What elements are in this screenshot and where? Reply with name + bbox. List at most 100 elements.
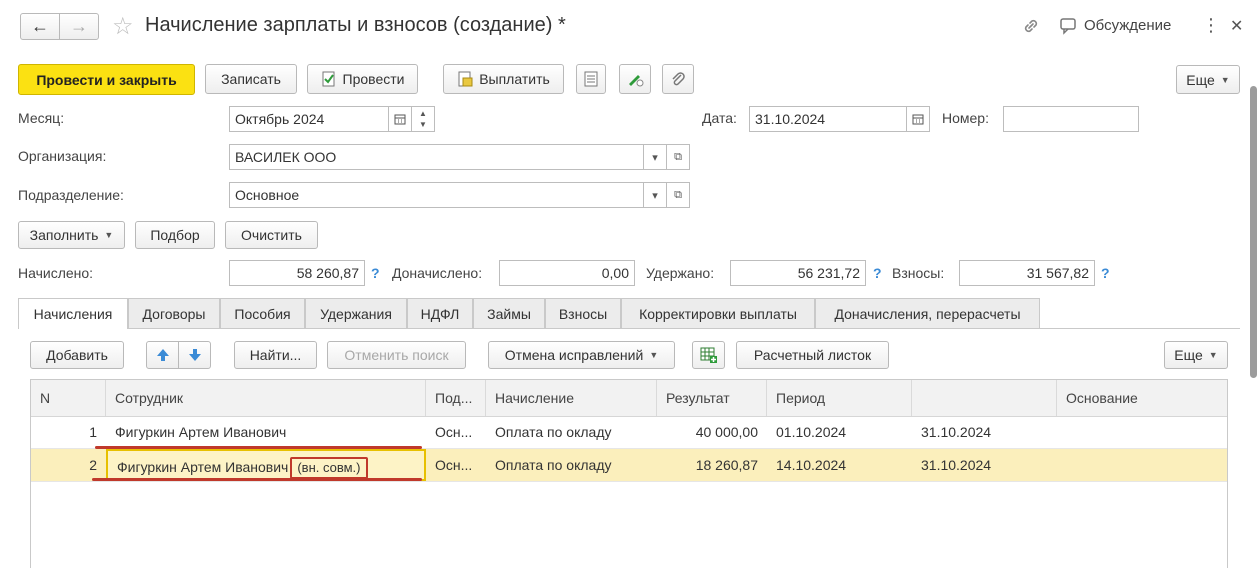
month-field[interactable]: Октябрь 2024 [229, 106, 389, 132]
withheld-value: 56 231,72 [730, 260, 866, 286]
tab-ndfl[interactable]: НДФЛ [407, 298, 473, 328]
result-cell[interactable]: 18 260,87 [657, 449, 767, 481]
result-cell[interactable]: 40 000,00 [657, 416, 767, 448]
favorite-star-icon[interactable]: ☆ [112, 12, 134, 41]
department-dropdown-button[interactable]: ▾ [643, 182, 667, 208]
move-down-button[interactable] [178, 341, 211, 369]
department-cell[interactable]: Осн... [426, 416, 486, 448]
fill-button[interactable]: Заполнить ▼ [18, 221, 125, 249]
arrow-right-icon: → [70, 16, 88, 36]
employee-cell[interactable]: Фигуркин Артем Иванович [106, 416, 426, 448]
more-menu-icon[interactable]: ⋮ [1202, 15, 1220, 36]
tab-benefits[interactable]: Пособия [220, 298, 305, 328]
date-field[interactable]: 31.10.2024 [749, 106, 907, 132]
accrual-cell[interactable]: Оплата по окладу [486, 449, 657, 481]
column-header-result[interactable]: Результат [657, 380, 767, 416]
department-cell[interactable]: Осн... [426, 449, 486, 481]
back-button[interactable]: ← [20, 13, 60, 40]
pay-button[interactable]: Выплатить [443, 64, 564, 94]
annotation-underline-bottom [92, 478, 422, 481]
date-calendar-button[interactable] [906, 106, 930, 132]
cancel-corrections-label: Отмена исправлений [504, 347, 644, 363]
tab-payment-corrections[interactable]: Корректировки выплаты [621, 298, 815, 328]
calendar-button[interactable] [388, 106, 412, 132]
basis-cell[interactable] [1057, 416, 1227, 448]
post-and-close-button[interactable]: Провести и закрыть [18, 64, 195, 95]
link-icon[interactable] [1021, 16, 1041, 36]
internal-part-time-tag: (вн. совм.) [290, 457, 368, 479]
number-field[interactable] [1003, 106, 1139, 132]
tab-deductions[interactable]: Удержания [305, 298, 407, 328]
department-field[interactable]: Основное [229, 182, 644, 208]
column-header-n[interactable]: N [31, 380, 106, 416]
tab-additional-accruals[interactable]: Доначисления, перерасчеты [815, 298, 1040, 328]
payslip-button[interactable]: Расчетный листок [736, 341, 889, 369]
period-start-cell[interactable]: 14.10.2024 [767, 449, 912, 481]
more-button-label: Еще [1186, 71, 1215, 88]
organization-dropdown-button[interactable]: ▾ [643, 144, 667, 170]
organization-open-button[interactable]: ⧉ [666, 144, 690, 170]
accrued-value: 58 260,87 [229, 260, 365, 286]
tab-contracts[interactable]: Договоры [128, 298, 220, 328]
date-label: Дата: [702, 110, 737, 126]
column-header-department[interactable]: Под... [426, 380, 486, 416]
chevron-down-icon: ▼ [1208, 350, 1218, 360]
basis-cell[interactable] [1057, 449, 1227, 481]
accrual-cell[interactable]: Оплата по окладу [486, 416, 657, 448]
period-start-cell[interactable]: 01.10.2024 [767, 416, 912, 448]
cancel-corrections-button[interactable]: Отмена исправлений ▼ [488, 341, 675, 369]
withheld-label: Удержано: [646, 265, 715, 281]
sign-button[interactable] [619, 64, 651, 94]
save-button[interactable]: Записать [205, 64, 297, 94]
employee-name: Фигуркин Артем Иванович [117, 459, 289, 475]
grid-more-label: Еще [1174, 347, 1203, 363]
select-button[interactable]: Подбор [135, 221, 215, 249]
period-end-cell[interactable]: 31.10.2024 [912, 449, 1057, 481]
contributions-help-icon[interactable]: ? [1101, 265, 1110, 281]
period-end-cell[interactable]: 31.10.2024 [912, 416, 1057, 448]
withheld-help-icon[interactable]: ? [873, 265, 882, 281]
report-button[interactable] [576, 64, 606, 94]
arrow-down-icon [188, 349, 201, 361]
cancel-search-button[interactable]: Отменить поиск [327, 341, 466, 369]
arrow-left-icon: ← [31, 16, 49, 36]
clear-button[interactable]: Очистить [225, 221, 318, 249]
accruals-table[interactable]: N Сотрудник Под... Начисление Результат … [30, 379, 1228, 568]
column-header-period[interactable]: Период [767, 380, 912, 416]
column-header-basis[interactable]: Основание [1057, 380, 1227, 416]
pay-icon [458, 71, 473, 87]
attach-button[interactable] [662, 64, 694, 94]
employee-cell[interactable]: Фигуркин Артем Иванович (вн. совм.) [106, 449, 426, 481]
tabs-baseline [18, 328, 1240, 329]
row-number: 2 [89, 457, 97, 473]
tab-loans[interactable]: Займы [473, 298, 545, 328]
tab-accruals[interactable]: Начисления [18, 298, 128, 329]
add-table-button[interactable] [692, 341, 725, 369]
find-button[interactable]: Найти... [234, 341, 317, 369]
add-row-button[interactable]: Добавить [30, 341, 124, 369]
department-open-button[interactable]: ⧉ [666, 182, 690, 208]
column-header-period-end[interactable] [912, 380, 1057, 416]
chevron-down-icon: ▾ [652, 151, 658, 164]
chevron-down-icon: ▼ [649, 350, 659, 360]
accrued-label: Начислено: [18, 265, 94, 281]
more-button[interactable]: Еще ▼ [1176, 65, 1240, 94]
forward-button[interactable]: → [59, 13, 99, 40]
accrued-help-icon[interactable]: ? [371, 265, 380, 281]
tab-contributions[interactable]: Взносы [545, 298, 621, 328]
discussion-icon[interactable] [1059, 17, 1079, 35]
month-stepper[interactable]: ▲ ▼ [411, 106, 435, 132]
discussion-label[interactable]: Обсуждение [1084, 17, 1171, 34]
chevron-down-icon: ▼ [104, 230, 114, 240]
fill-button-label: Заполнить [29, 227, 99, 243]
column-header-accrual[interactable]: Начисление [486, 380, 657, 416]
vertical-scrollbar[interactable] [1250, 86, 1257, 378]
close-icon[interactable]: ✕ [1230, 16, 1243, 36]
organization-field[interactable]: ВАСИЛЕК ООО [229, 144, 644, 170]
move-up-button[interactable] [146, 341, 179, 369]
column-header-employee[interactable]: Сотрудник [106, 380, 426, 416]
contributions-label: Взносы: [892, 265, 945, 281]
post-button[interactable]: Провести [307, 64, 418, 94]
grid-more-button[interactable]: Еще ▼ [1164, 341, 1228, 369]
table-row[interactable]: 1 Фигуркин Артем Иванович Осн... Оплата … [31, 416, 1227, 449]
